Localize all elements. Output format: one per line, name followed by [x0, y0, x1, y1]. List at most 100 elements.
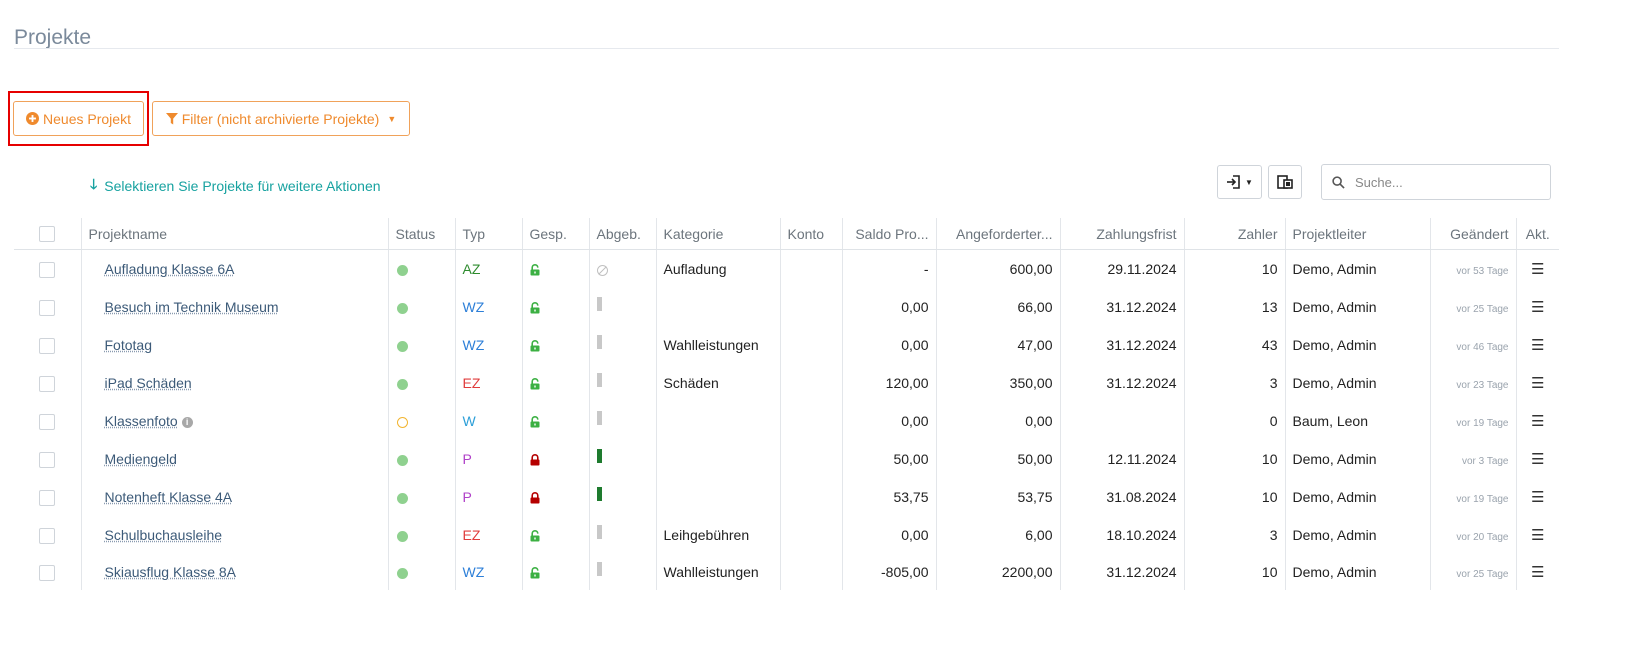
kategorie-cell: Schäden — [655, 364, 780, 402]
row-checkbox[interactable] — [39, 413, 56, 430]
zahlungsfrist-cell: 29.11.2024 — [1059, 249, 1184, 288]
col-gesperrt[interactable]: Gesp. — [521, 218, 589, 250]
row-checkbox[interactable] — [39, 261, 56, 278]
menu-icon[interactable]: ☰ — [1531, 451, 1544, 468]
page-title: Projekte — [14, 26, 92, 50]
changed-timestamp: vor 25 Tage — [1456, 304, 1509, 315]
abgebucht-cell — [588, 249, 656, 288]
menu-icon[interactable]: ☰ — [1531, 489, 1544, 506]
project-name-link[interactable]: Klassenfoto — [89, 413, 178, 429]
actions-cell: ☰ — [1515, 478, 1559, 516]
actions-cell: ☰ — [1515, 516, 1559, 554]
select-all-checkbox[interactable] — [39, 226, 56, 243]
menu-icon[interactable]: ☰ — [1531, 261, 1544, 278]
kategorie-cell — [655, 402, 780, 440]
kategorie-cell: Wahlleistungen — [655, 326, 780, 364]
project-name-link[interactable]: Fototag — [89, 337, 152, 353]
row-select-cell[interactable] — [14, 554, 81, 590]
row-select-cell[interactable] — [14, 364, 81, 402]
export-dropdown-button[interactable]: ▼ — [1217, 165, 1262, 199]
konto-cell — [779, 326, 842, 364]
angefordert-cell: 50,00 — [935, 440, 1060, 478]
angefordert-cell: 2200,00 — [935, 554, 1060, 590]
col-abgebucht[interactable]: Abgeb. — [588, 218, 656, 250]
table-row[interactable]: Skiausflug Klasse 8A WZ Wahlleistungen -805… — [14, 554, 1559, 590]
row-checkbox[interactable] — [39, 299, 56, 316]
abgebucht-done-bar — [596, 487, 602, 502]
row-select-cell[interactable] — [14, 326, 81, 364]
col-angefordert[interactable]: Angeforderter... — [935, 218, 1060, 250]
project-name-link[interactable]: Besuch im Technik Museum — [89, 299, 279, 315]
menu-icon[interactable]: ☰ — [1531, 375, 1544, 392]
filter-dropdown-button[interactable]: Filter (nicht archivierte Projekte) ▼ — [152, 101, 410, 136]
row-select-cell[interactable] — [14, 288, 81, 326]
projektleiter-cell: Demo, Admin — [1284, 440, 1430, 478]
col-saldo[interactable]: Saldo Pro... — [841, 218, 936, 250]
kategorie-cell: Leihgebühren — [655, 516, 780, 554]
search-field[interactable] — [1321, 164, 1551, 200]
project-name-link[interactable]: Skiausflug Klasse 8A — [89, 564, 237, 580]
table-row[interactable]: Aufladung Klasse 6A AZ Aufladung -600,00 29.… — [14, 249, 1559, 289]
row-checkbox[interactable] — [39, 375, 56, 392]
filter-icon — [165, 112, 178, 124]
table-row[interactable]: Besuch im Technik Museum WZ 0,00 66,00 31.12… — [14, 288, 1559, 326]
saldo-cell: 0,00 — [841, 326, 936, 364]
abgebucht-cell — [588, 402, 656, 440]
col-projektname[interactable]: Projektname — [80, 218, 388, 250]
abgebucht-cell — [588, 440, 656, 478]
saldo-cell: 50,00 — [841, 440, 936, 478]
column-settings-button[interactable] — [1268, 165, 1302, 199]
zahler-cell: 0 — [1183, 402, 1285, 440]
table-row[interactable]: Klassenfoto i W 0,00 0,00 0 Baum, Leon vor 19 T… — [14, 402, 1559, 440]
saldo-cell: 0,00 — [841, 516, 936, 554]
row-checkbox[interactable] — [39, 489, 56, 506]
info-icon[interactable]: i — [181, 416, 193, 428]
projektleiter-cell: Baum, Leon — [1284, 402, 1430, 440]
table-row[interactable]: iPad Schäden EZ Schäden 120,00 350,00 31.12.2… — [14, 364, 1559, 402]
row-checkbox[interactable] — [39, 451, 56, 468]
row-checkbox[interactable] — [39, 527, 56, 544]
row-select-cell[interactable] — [14, 402, 81, 440]
status-cell — [387, 440, 455, 478]
project-name-link[interactable]: Mediengeld — [89, 451, 177, 467]
row-checkbox[interactable] — [39, 564, 56, 581]
geaendert-cell: vor 20 Tage — [1429, 516, 1516, 554]
col-zahlungsfrist[interactable]: Zahlungsfrist — [1059, 218, 1184, 250]
table-row[interactable]: Schulbuchausleihe EZ Leihgebühren 0,00 6,00 1… — [14, 516, 1559, 554]
row-select-cell[interactable] — [14, 250, 81, 289]
zahlungsfrist-cell: 31.12.2024 — [1059, 364, 1184, 402]
project-name-link[interactable]: Notenheft Klasse 4A — [89, 489, 233, 505]
menu-icon[interactable]: ☰ — [1531, 337, 1544, 354]
col-projektleiter[interactable]: Projektleiter — [1284, 218, 1430, 250]
menu-icon[interactable]: ☰ — [1531, 527, 1544, 544]
col-geaendert[interactable]: Geändert — [1429, 218, 1516, 250]
search-input[interactable] — [1353, 173, 1537, 191]
table-row[interactable]: Notenheft Klasse 4A P 53,75 53,75 31.08.2024… — [14, 478, 1559, 516]
table-row[interactable]: Mediengeld P 50,00 50,00 12.11.2024 10 Demo, A… — [14, 440, 1559, 478]
col-typ[interactable]: Typ — [454, 218, 522, 250]
select-projects-hint[interactable]: 🡓 Selektieren Sie Projekte für weitere A… — [90, 174, 381, 198]
col-kategorie[interactable]: Kategorie — [655, 218, 780, 250]
project-name-link[interactable]: Schulbuchausleihe — [89, 527, 223, 543]
saldo-cell: -805,00 — [841, 554, 936, 590]
project-name-link[interactable]: iPad Schäden — [89, 375, 192, 391]
col-konto[interactable]: Konto — [779, 218, 842, 250]
status-active-dot — [396, 492, 408, 504]
changed-timestamp: vor 53 Tage — [1456, 266, 1509, 277]
project-name-cell: Klassenfoto i — [80, 402, 388, 440]
menu-icon[interactable]: ☰ — [1531, 299, 1544, 316]
select-all-cell[interactable] — [14, 218, 81, 250]
table-row[interactable]: Fototag WZ Wahlleistungen 0,00 47,00 31.12.20… — [14, 326, 1559, 364]
col-status[interactable]: Status — [387, 218, 455, 250]
row-select-cell[interactable] — [14, 440, 81, 478]
menu-icon[interactable]: ☰ — [1531, 413, 1544, 430]
menu-icon[interactable]: ☰ — [1531, 564, 1544, 581]
row-select-cell[interactable] — [14, 516, 81, 554]
zahler-cell: 10 — [1183, 440, 1285, 478]
new-project-button[interactable]: Neues Projekt — [13, 101, 144, 136]
project-name-link[interactable]: Aufladung Klasse 6A — [89, 261, 235, 277]
row-checkbox[interactable] — [39, 337, 56, 354]
status-active-dot — [396, 340, 408, 352]
row-select-cell[interactable] — [14, 478, 81, 516]
col-zahler[interactable]: Zahler — [1183, 218, 1285, 250]
